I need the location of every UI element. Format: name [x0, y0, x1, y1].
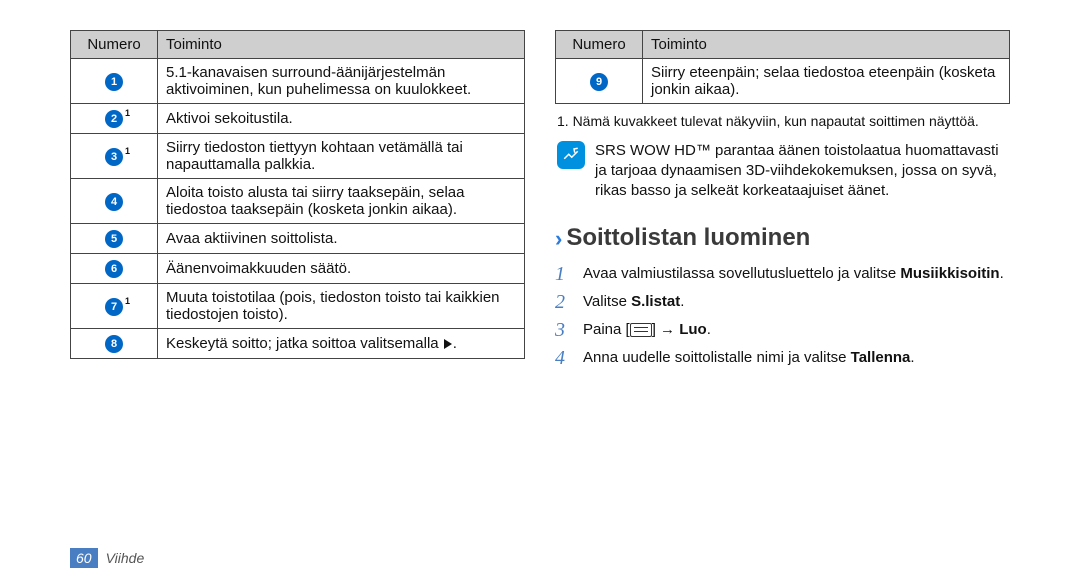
step-item: 4 Anna uudelle soittolistalle nimi ja va…: [555, 344, 1010, 372]
menu-icon: [630, 323, 652, 337]
function-text: Aktivoi sekoitustila.: [158, 104, 525, 134]
table-row: 2 Aktivoi sekoitustila.: [71, 104, 525, 134]
right-column: Numero Toiminto 9 Siirry eteenpäin; sela…: [555, 30, 1010, 586]
step-number: 4: [555, 347, 573, 369]
th-toiminto: Toiminto: [158, 31, 525, 59]
table-row: 4 Aloita toisto alusta tai siirry taakse…: [71, 179, 525, 224]
section-heading: ›Soittolistan luominen: [555, 224, 1010, 252]
number-badge: 8: [105, 335, 123, 353]
table-row: 8 Keskeytä soitto; jatka soittoa valitse…: [71, 329, 525, 359]
function-table-right: Numero Toiminto 9 Siirry eteenpäin; sela…: [555, 30, 1010, 104]
steps-list: 1 Avaa valmiustilassa sovellutusluettelo…: [555, 260, 1010, 372]
number-badge: 1: [105, 73, 123, 91]
step-number: 2: [555, 291, 573, 313]
th-toiminto: Toiminto: [643, 31, 1010, 59]
page: Numero Toiminto 1 5.1-kanavaisen surroun…: [0, 0, 1080, 586]
page-number: 60: [70, 548, 98, 568]
number-badge: 3: [105, 148, 123, 166]
step-text: Valitse S.listat.: [583, 291, 684, 312]
step-item: 2 Valitse S.listat.: [555, 288, 1010, 316]
note-box: SRS WOW HD™ parantaa äänen toistolaatua …: [557, 141, 1008, 202]
note-icon: [557, 141, 585, 169]
note-text: SRS WOW HD™ parantaa äänen toistolaatua …: [595, 141, 1008, 202]
function-table-left: Numero Toiminto 1 5.1-kanavaisen surroun…: [70, 30, 525, 359]
function-text: Siirry eteenpäin; selaa tiedostoa eteenp…: [643, 59, 1010, 104]
function-text: Muuta toistotilaa (pois, tiedoston toist…: [158, 284, 525, 329]
table-row: 9 Siirry eteenpäin; selaa tiedostoa etee…: [556, 59, 1010, 104]
step-text: Paina [] → Luo.: [583, 319, 711, 340]
page-footer: 60 Viihde: [70, 548, 144, 568]
table-row: 1 5.1-kanavaisen surround-äänijärjestelm…: [71, 59, 525, 104]
left-column: Numero Toiminto 1 5.1-kanavaisen surroun…: [70, 30, 525, 586]
table-row: 3 Siirry tiedoston tiettyyn kohtaan vetä…: [71, 134, 525, 179]
step-text: Avaa valmiustilassa sovellutusluettelo j…: [583, 263, 1004, 284]
step-item: 3 Paina [] → Luo.: [555, 316, 1010, 344]
table-row: 5 Avaa aktiivinen soittolista.: [71, 224, 525, 254]
function-text: Avaa aktiivinen soittolista.: [158, 224, 525, 254]
th-numero: Numero: [71, 31, 158, 59]
text: .: [453, 335, 457, 352]
number-badge: 9: [590, 73, 608, 91]
text: Keskeytä soitto; jatka soittoa valitsema…: [166, 335, 443, 352]
table-row: 7 Muuta toistotilaa (pois, tiedoston toi…: [71, 284, 525, 329]
footer-section: Viihde: [106, 550, 145, 566]
function-text: Keskeytä soitto; jatka soittoa valitsema…: [158, 329, 525, 359]
function-text: Aloita toisto alusta tai siirry taaksepä…: [158, 179, 525, 224]
function-text: Äänenvoimakkuuden säätö.: [158, 254, 525, 284]
footnote: 1. Nämä kuvakkeet tulevat näkyviin, kun …: [557, 112, 1008, 131]
th-numero: Numero: [556, 31, 643, 59]
function-text: 5.1-kanavaisen surround-äänijärjestelmän…: [158, 59, 525, 104]
number-badge: 6: [105, 260, 123, 278]
table-row: 6 Äänenvoimakkuuden säätö.: [71, 254, 525, 284]
function-text: Siirry tiedoston tiettyyn kohtaan vetämä…: [158, 134, 525, 179]
number-badge: 7: [105, 298, 123, 316]
step-text: Anna uudelle soittolistalle nimi ja vali…: [583, 347, 915, 368]
play-icon: [444, 339, 452, 349]
step-item: 1 Avaa valmiustilassa sovellutusluettelo…: [555, 260, 1010, 288]
number-badge: 4: [105, 193, 123, 211]
number-badge: 2: [105, 110, 123, 128]
step-number: 1: [555, 263, 573, 285]
step-number: 3: [555, 319, 573, 341]
number-badge: 5: [105, 230, 123, 248]
chevron-right-icon: ›: [555, 226, 562, 252]
section-title-text: Soittolistan luominen: [566, 224, 810, 251]
